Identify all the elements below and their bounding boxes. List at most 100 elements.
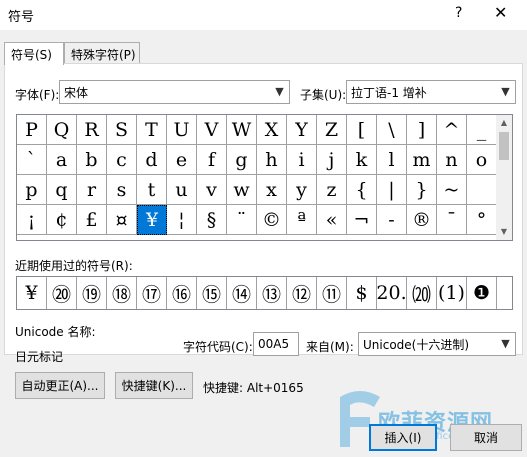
symbol-cell[interactable]: ¡ (17, 205, 47, 235)
symbol-cell[interactable]: _ (467, 115, 497, 145)
scroll-up-icon[interactable]: ▲ (496, 115, 512, 131)
recent-symbol-cell[interactable]: ⑳ (47, 277, 77, 309)
symbol-cell[interactable]: ª (287, 205, 317, 235)
autocorrect-button[interactable]: 自动更正(A)... (15, 372, 105, 399)
symbol-cell[interactable]: f (197, 145, 227, 175)
symbol-cell[interactable]: d (137, 145, 167, 175)
symbol-cell[interactable]: u (167, 175, 197, 205)
symbol-cell[interactable]: l (377, 145, 407, 175)
cancel-button[interactable]: 取消 (450, 424, 522, 451)
symbol-cell[interactable]: Q (47, 115, 77, 145)
symbol-cell[interactable]: j (317, 145, 347, 175)
recent-symbol-cell[interactable]: ⑰ (137, 277, 167, 309)
recent-symbol-cell[interactable]: ⑪ (317, 277, 347, 309)
symbol-cell[interactable]: ¢ (47, 205, 77, 235)
chevron-down-icon[interactable]: ▼ (269, 81, 289, 103)
symbol-cell[interactable]: U (167, 115, 197, 145)
symbol-cell[interactable]: y (287, 175, 317, 205)
symbol-cell[interactable]: ° (467, 205, 497, 235)
symbol-cell[interactable]: X (257, 115, 287, 145)
symbol-cell[interactable]: W (227, 115, 257, 145)
symbol-cell[interactable]: } (407, 175, 437, 205)
symbol-cell[interactable]: ¤ (107, 205, 137, 235)
symbol-cell[interactable]: c (107, 145, 137, 175)
symbol-cell[interactable]: r (77, 175, 107, 205)
symbol-cell[interactable]: R (77, 115, 107, 145)
recent-symbol-cell[interactable]: $ (347, 277, 377, 309)
recent-symbol-cell[interactable]: ⑲ (77, 277, 107, 309)
recent-symbol-cell[interactable]: ⑱ (107, 277, 137, 309)
recent-symbol-cell[interactable]: ❶ (467, 277, 497, 309)
symbol-cell[interactable]: § (197, 205, 227, 235)
symbol-cell[interactable]: ] (407, 115, 437, 145)
symbol-cell[interactable]: « (317, 205, 347, 235)
symbol-cell[interactable]: T (137, 115, 167, 145)
symbol-cell[interactable]: ~ (437, 175, 467, 205)
recent-symbol-cell[interactable]: ⑯ (167, 277, 197, 309)
symbol-cell[interactable]: P (17, 115, 47, 145)
char-code-input[interactable]: 00A5 (253, 332, 299, 356)
chevron-down-icon[interactable]: ▼ (495, 81, 515, 103)
symbol-cell[interactable]: ¦ (167, 205, 197, 235)
symbol-cell[interactable]: s (107, 175, 137, 205)
symbol-cell[interactable]: V (197, 115, 227, 145)
symbol-cell[interactable]: S (107, 115, 137, 145)
symbol-cell[interactable]: Z (317, 115, 347, 145)
symbol-cell[interactable]: o (467, 145, 497, 175)
scroll-thumb[interactable] (499, 132, 509, 160)
symbol-cell[interactable]: [ (347, 115, 377, 145)
symbol-cell[interactable]: ¨ (227, 205, 257, 235)
recent-symbol-cell[interactable]: ⑬ (257, 277, 287, 309)
insert-button[interactable]: 插入(I) (369, 424, 437, 451)
font-select[interactable]: 宋体 ▼ (59, 80, 290, 104)
symbol-cell[interactable]: | (377, 175, 407, 205)
symbol-cell[interactable]: m (407, 145, 437, 175)
symbol-cell[interactable]: Y (287, 115, 317, 145)
symbol-cell[interactable]: \ (377, 115, 407, 145)
symbol-cell[interactable]: ¯ (437, 205, 467, 235)
symbol-cell[interactable]: b (77, 145, 107, 175)
symbol-cell[interactable]: ` (17, 145, 47, 175)
symbol-cell[interactable]: © (257, 205, 287, 235)
unicode-name-value: 日元标记 (15, 350, 64, 364)
symbol-cell[interactable]: q (47, 175, 77, 205)
symbol-cell[interactable]: i (287, 145, 317, 175)
recent-symbol-cell[interactable]: ⑭ (227, 277, 257, 309)
symbol-cell[interactable]: { (347, 175, 377, 205)
symbol-cell[interactable]: ¬ (347, 205, 377, 235)
symbol-cell[interactable]: h (257, 145, 287, 175)
symbol-cell[interactable]: v (197, 175, 227, 205)
scroll-down-icon[interactable]: ▼ (496, 224, 512, 240)
symbol-cell[interactable]: - (377, 205, 407, 235)
symbol-cell[interactable]: z (317, 175, 347, 205)
symbol-cell[interactable]: a (47, 145, 77, 175)
symbol-cell[interactable]: e (167, 145, 197, 175)
recent-symbol-cell[interactable]: (1) (437, 277, 467, 309)
symbol-cell[interactable]: n (437, 145, 467, 175)
shortcut-key-button[interactable]: 快捷键(K)... (115, 372, 193, 399)
from-select[interactable]: Unicode(十六进制) ▼ (358, 332, 516, 356)
symbol-grid-scrollbar[interactable]: ▲ ▼ (496, 115, 512, 240)
tab-symbols[interactable]: 符号(S) (4, 42, 64, 65)
recent-symbol-cell[interactable]: 20. (376, 277, 407, 309)
symbol-cell[interactable] (467, 175, 497, 205)
recent-symbol-cell[interactable]: ⒇ (407, 277, 437, 309)
symbol-cell[interactable]: £ (77, 205, 107, 235)
symbol-cell[interactable]: x (257, 175, 287, 205)
help-button[interactable]: ? (455, 5, 462, 21)
symbol-cell[interactable]: t (137, 175, 167, 205)
recent-symbol-cell[interactable]: ⑫ (287, 277, 317, 309)
recent-symbol-cell[interactable]: ¥ (17, 277, 47, 309)
symbol-cell[interactable]: g (227, 145, 257, 175)
symbol-cell[interactable]: p (17, 175, 47, 205)
tab-special-characters[interactable]: 特殊字符(P) (64, 42, 140, 64)
symbol-cell[interactable]: ® (407, 205, 437, 235)
symbol-cell[interactable]: ^ (437, 115, 467, 145)
recent-symbol-cell[interactable]: ⑮ (197, 277, 227, 309)
chevron-down-icon[interactable]: ▼ (495, 333, 515, 355)
symbol-cell[interactable]: w (227, 175, 257, 205)
close-button[interactable]: ✕ (494, 3, 507, 22)
symbol-cell[interactable]: ¥ (137, 205, 167, 235)
subset-select[interactable]: 拉丁语-1 增补 ▼ (346, 80, 516, 104)
symbol-cell[interactable]: k (347, 145, 377, 175)
